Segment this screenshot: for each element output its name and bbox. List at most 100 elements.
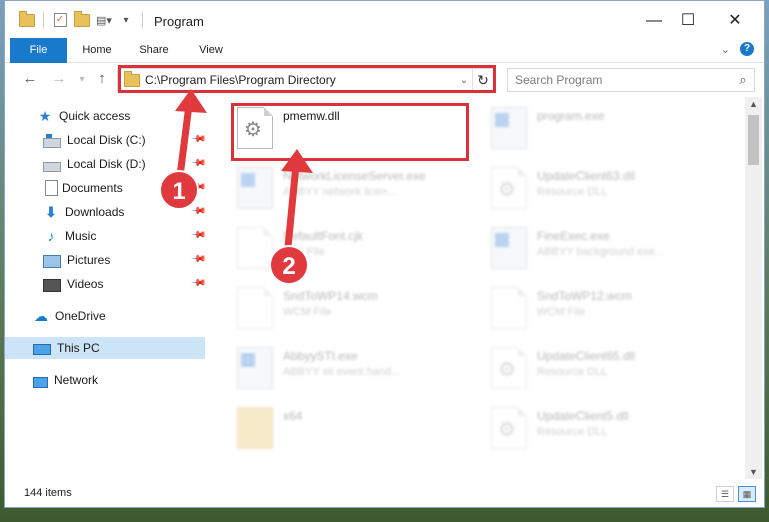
dll-gear-icon: ⚙ xyxy=(491,347,527,389)
pin-icon[interactable]: 📌 xyxy=(190,251,207,268)
sidebar-item-network[interactable]: Network xyxy=(5,369,233,391)
sidebar-item-music[interactable]: ♪ Music 📌 xyxy=(5,225,243,247)
file-icon xyxy=(237,227,273,269)
divider xyxy=(142,12,143,28)
scroll-down-icon[interactable]: ▼ xyxy=(745,467,762,477)
sidebar-item-label: Quick access xyxy=(59,109,131,123)
network-icon xyxy=(33,376,48,388)
videos-icon xyxy=(43,278,61,292)
folder-icon xyxy=(237,407,273,449)
file-name: AbbyySTI.exe xyxy=(283,349,358,363)
sidebar-item-videos[interactable]: Videos 📌 xyxy=(5,273,243,295)
sidebar-item-pictures[interactable]: Pictures 📌 xyxy=(5,249,243,271)
tab-share[interactable]: Share xyxy=(131,38,177,62)
documents-icon xyxy=(45,180,58,196)
pin-icon[interactable]: 📌 xyxy=(190,275,207,292)
ribbon-tabs: File Home Share View ⌄ ? xyxy=(5,38,764,94)
file-item[interactable]: AbbyySTI.exe ABBYY sti event hand... xyxy=(231,341,471,397)
item-count: 144 items xyxy=(24,487,72,499)
sidebar-item-label: Pictures xyxy=(67,253,111,267)
sidebar-item-label: Downloads xyxy=(65,205,125,219)
cloud-icon: ☁ xyxy=(34,308,48,324)
file-type: Resource DLL xyxy=(537,426,608,438)
scroll-up-icon[interactable]: ▲ xyxy=(745,99,762,109)
file-item[interactable]: NetworkLicenseServer.exe ABBYY network l… xyxy=(231,161,471,217)
file-type: Resource DLL xyxy=(537,366,608,378)
pictures-icon xyxy=(43,254,61,268)
exe-icon xyxy=(237,347,273,389)
new-folder-icon[interactable] xyxy=(74,10,90,27)
file-item[interactable]: program.exe xyxy=(485,101,725,157)
file-type: WCM File xyxy=(537,306,586,318)
file-item[interactable]: x64 xyxy=(231,401,471,457)
title-bar: ✓ ▤▾ ▾ Program — ☐ ✕ xyxy=(5,1,764,41)
sidebar-item-label: Network xyxy=(54,373,99,387)
file-type: Resource DLL xyxy=(537,186,608,198)
up-arrow-icon[interactable]: ↑ xyxy=(93,70,111,87)
sidebar-item-this-pc[interactable]: This PC xyxy=(5,337,205,359)
file-name: SndToWP14.wcm xyxy=(283,289,378,303)
forward-arrow-icon[interactable]: → xyxy=(50,70,68,87)
file-item[interactable]: FineExec.exe ABBYY background exe... xyxy=(485,221,725,277)
file-type: ABBYY sti event hand... xyxy=(283,366,401,378)
file-type: ABBYY background exe... xyxy=(537,246,664,258)
file-name: UpdateClient5.dll xyxy=(537,409,629,423)
computer-icon xyxy=(33,343,51,355)
file-icon xyxy=(491,287,527,329)
step-badge-1: 1 xyxy=(159,170,199,210)
exe-icon xyxy=(491,107,527,149)
ribbon-expand-icon[interactable]: ⌄ xyxy=(721,43,730,56)
sidebar-item-downloads[interactable]: ⬇ Downloads 📌 xyxy=(5,201,243,223)
tab-view[interactable]: View xyxy=(188,38,234,62)
back-arrow-icon[interactable]: ← xyxy=(21,70,39,87)
sidebar-item-label: Local Disk (D:) xyxy=(67,157,146,171)
large-icons-view-icon[interactable]: ▦ xyxy=(738,486,756,502)
music-icon: ♪ xyxy=(47,228,55,244)
file-item[interactable]: ⚙ UpdateClient63.dll Resource DLL xyxy=(485,161,725,217)
star-icon: ★ xyxy=(38,108,52,124)
file-name: program.exe xyxy=(537,109,605,123)
details-view-icon[interactable]: ☰ xyxy=(716,486,734,502)
explorer-window: ✓ ▤▾ ▾ Program — ☐ ✕ File Home Share Vie… xyxy=(4,0,765,508)
file-name: x64 xyxy=(283,409,303,423)
properties-icon[interactable]: ✓ xyxy=(52,13,68,27)
file-name: UpdateClient63.dll xyxy=(537,169,636,183)
help-icon[interactable]: ? xyxy=(740,42,754,56)
file-item[interactable]: ⚙ UpdateClient65.dll Resource DLL xyxy=(485,341,725,397)
file-name: SndToWP12.wcm xyxy=(537,289,632,303)
search-icon[interactable]: ⌕ xyxy=(732,72,754,88)
sidebar-item-label: Music xyxy=(65,229,97,243)
status-bar: 144 items ☰ ▦ xyxy=(5,483,764,505)
close-button[interactable]: ✕ xyxy=(720,9,750,33)
recent-locations-icon[interactable]: ▾ xyxy=(73,74,91,85)
tab-home[interactable]: Home xyxy=(73,38,121,62)
quick-access-toolbar: ✓ ▤▾ ▾ xyxy=(19,10,145,28)
exe-icon xyxy=(491,227,527,269)
search-input[interactable]: Search Program ⌕ xyxy=(507,68,755,92)
folder-icon[interactable] xyxy=(19,10,35,27)
pin-icon[interactable]: 📌 xyxy=(190,203,207,220)
scrollbar-thumb[interactable] xyxy=(748,115,759,165)
local-disk-d-icon xyxy=(43,162,61,172)
minimize-button[interactable]: — xyxy=(639,9,669,33)
file-name: FineExec.exe xyxy=(537,229,610,243)
maximize-button[interactable]: ☐ xyxy=(673,9,703,33)
window-title: Program xyxy=(154,14,204,29)
qat-dropdown-icon[interactable]: ▾ xyxy=(118,13,134,27)
file-item[interactable]: SndToWP14.wcm WCM File xyxy=(231,281,471,337)
divider xyxy=(43,12,44,28)
dll-gear-icon: ⚙ xyxy=(491,407,527,449)
file-item[interactable]: SndToWP12.wcm WCM File xyxy=(485,281,725,337)
sidebar-item-label: Documents xyxy=(62,181,123,195)
sidebar-item-onedrive[interactable]: ☁ OneDrive xyxy=(5,305,233,327)
vertical-scrollbar[interactable]: ▲ ▼ xyxy=(745,97,762,479)
file-icon xyxy=(237,287,273,329)
sidebar-item-label: Local Disk (C:) xyxy=(67,133,146,147)
file-item[interactable]: DefaultFont.cjk CJK File xyxy=(231,221,471,277)
customize-view-icon[interactable]: ▤▾ xyxy=(96,13,112,27)
search-placeholder[interactable]: Search Program xyxy=(508,73,732,87)
pin-icon[interactable]: 📌 xyxy=(190,227,207,244)
file-highlight xyxy=(231,103,469,161)
downloads-icon: ⬇ xyxy=(45,204,57,220)
file-item[interactable]: ⚙ UpdateClient5.dll Resource DLL xyxy=(485,401,725,457)
